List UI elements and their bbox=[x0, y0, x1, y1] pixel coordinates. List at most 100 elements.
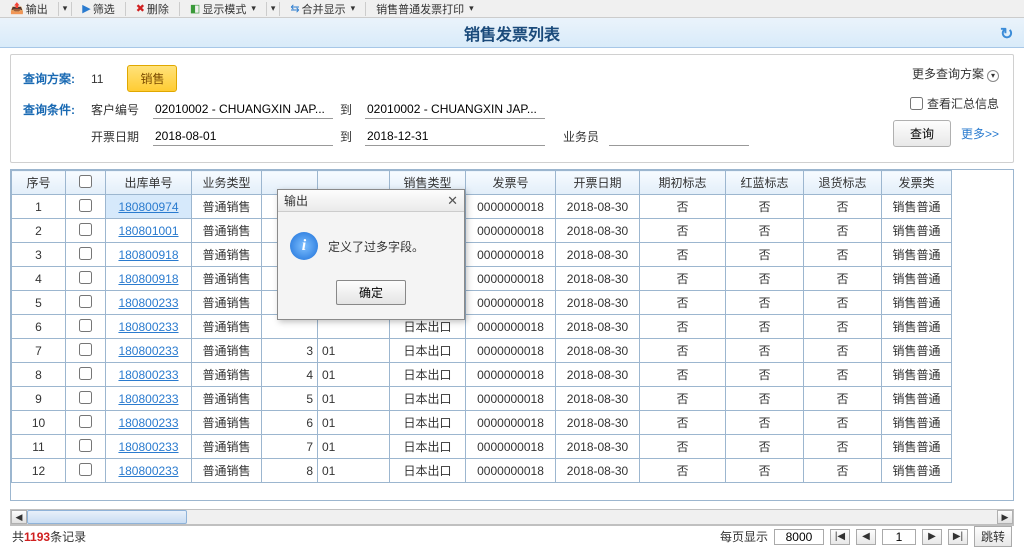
cell-rb-flag: 否 bbox=[726, 315, 804, 339]
cell-checkbox[interactable] bbox=[66, 243, 106, 267]
table-row[interactable]: 7180800233普通销售301日本出口00000000182018-08-3… bbox=[12, 339, 952, 363]
toolbar-delete[interactable]: ✖删除 bbox=[130, 2, 175, 16]
refresh-icon[interactable]: ↻ bbox=[1000, 24, 1016, 40]
col-inv-date[interactable]: 开票日期 bbox=[556, 171, 640, 195]
page-input[interactable] bbox=[882, 529, 916, 545]
table-row[interactable]: 8180800233普通销售401日本出口00000000182018-08-3… bbox=[12, 363, 952, 387]
cell-checkbox[interactable] bbox=[66, 315, 106, 339]
plan-sales-button[interactable]: 销售 bbox=[127, 65, 177, 92]
cell-checkbox[interactable] bbox=[66, 435, 106, 459]
cell-inv-no: 0000000018 bbox=[466, 291, 556, 315]
dialog-titlebar[interactable]: 输出 ✕ bbox=[278, 190, 464, 212]
table-row[interactable]: 6180800233普通销售日本出口00000000182018-08-30否否… bbox=[12, 315, 952, 339]
row-checkbox[interactable] bbox=[79, 463, 92, 476]
cell-out-no[interactable]: 180800233 bbox=[106, 339, 192, 363]
cell-out-no[interactable]: 180800233 bbox=[106, 435, 192, 459]
row-checkbox[interactable] bbox=[79, 223, 92, 236]
cell-out-no[interactable]: 180800233 bbox=[106, 291, 192, 315]
cell-checkbox[interactable] bbox=[66, 267, 106, 291]
cell-checkbox[interactable] bbox=[66, 219, 106, 243]
horizontal-scrollbar[interactable]: ◀ ▶ bbox=[10, 509, 1014, 525]
col-init-flag[interactable]: 期初标志 bbox=[640, 171, 726, 195]
date-to-input[interactable] bbox=[365, 127, 545, 146]
row-checkbox[interactable] bbox=[79, 247, 92, 260]
cell-rb-flag: 否 bbox=[726, 411, 804, 435]
select-all-checkbox[interactable] bbox=[79, 175, 92, 188]
chevron-down-icon[interactable]: ▾ bbox=[63, 3, 68, 14]
col-checkbox[interactable] bbox=[66, 171, 106, 195]
next-page-button[interactable]: ▶ bbox=[922, 529, 942, 545]
table-row[interactable]: 11180800233普通销售701日本出口00000000182018-08-… bbox=[12, 435, 952, 459]
row-checkbox[interactable] bbox=[79, 439, 92, 452]
cell-checkbox[interactable] bbox=[66, 411, 106, 435]
cell-checkbox[interactable] bbox=[66, 459, 106, 483]
scroll-thumb[interactable] bbox=[27, 510, 187, 524]
cell-ret-flag: 否 bbox=[804, 411, 882, 435]
cell-checkbox[interactable] bbox=[66, 195, 106, 219]
customer-from-input[interactable] bbox=[153, 100, 333, 119]
cell-checkbox[interactable] bbox=[66, 339, 106, 363]
cell-inv-no: 0000000018 bbox=[466, 195, 556, 219]
more-link[interactable]: 更多>> bbox=[961, 125, 999, 142]
row-checkbox[interactable] bbox=[79, 199, 92, 212]
cell-out-no[interactable]: 180800233 bbox=[106, 459, 192, 483]
filter-icon: ▶ bbox=[82, 2, 90, 15]
cell-out-no[interactable]: 180800233 bbox=[106, 411, 192, 435]
col-seq[interactable]: 序号 bbox=[12, 171, 66, 195]
ok-button[interactable]: 确定 bbox=[336, 280, 406, 305]
table-row[interactable]: 12180800233普通销售801日本出口00000000182018-08-… bbox=[12, 459, 952, 483]
row-checkbox[interactable] bbox=[79, 271, 92, 284]
table-row[interactable]: 3180800918普通销售日本出口00000000182018-08-30否否… bbox=[12, 243, 952, 267]
cell-out-no[interactable]: 180801001 bbox=[106, 219, 192, 243]
col-out-no[interactable]: 出库单号 bbox=[106, 171, 192, 195]
summary-checkbox-row[interactable]: 查看汇总信息 bbox=[910, 95, 999, 112]
cell-out-no[interactable]: 180800233 bbox=[106, 363, 192, 387]
toolbar-export[interactable]: 📤输出 bbox=[4, 2, 54, 16]
row-checkbox[interactable] bbox=[79, 343, 92, 356]
last-page-button[interactable]: ▶| bbox=[948, 529, 968, 545]
cell-out-no[interactable]: 180800233 bbox=[106, 387, 192, 411]
first-page-button[interactable]: |◀ bbox=[830, 529, 850, 545]
col-rb-flag[interactable]: 红蓝标志 bbox=[726, 171, 804, 195]
query-button[interactable]: 查询 bbox=[893, 120, 951, 147]
table-row[interactable]: 10180800233普通销售601日本出口00000000182018-08-… bbox=[12, 411, 952, 435]
cell-checkbox[interactable] bbox=[66, 291, 106, 315]
chevron-down-icon[interactable]: ▾ bbox=[271, 3, 276, 14]
scroll-left-arrow[interactable]: ◀ bbox=[11, 510, 27, 524]
sales-input[interactable] bbox=[609, 127, 749, 146]
cell-checkbox[interactable] bbox=[66, 387, 106, 411]
col-inv-kind[interactable]: 发票类 bbox=[882, 171, 952, 195]
toolbar-merge[interactable]: ⇆合并显示▾ bbox=[284, 2, 361, 16]
cell-checkbox[interactable] bbox=[66, 363, 106, 387]
row-checkbox[interactable] bbox=[79, 367, 92, 380]
cell-out-no[interactable]: 180800974 bbox=[106, 195, 192, 219]
row-checkbox[interactable] bbox=[79, 319, 92, 332]
scroll-right-arrow[interactable]: ▶ bbox=[997, 510, 1013, 524]
more-query-plans-link[interactable]: 更多查询方案▾ bbox=[912, 65, 999, 82]
cell-out-no[interactable]: 180800918 bbox=[106, 267, 192, 291]
toolbar-print[interactable]: 销售普通发票打印▾ bbox=[370, 2, 480, 16]
summary-checkbox[interactable] bbox=[910, 97, 923, 110]
table-row[interactable]: 4180800918普通销售日本出口00000000182018-08-30否否… bbox=[12, 267, 952, 291]
toolbar-display-mode[interactable]: ◧显示模式▾ bbox=[184, 2, 262, 16]
table-row[interactable]: 1180800974普通销售日本出口00000000182018-08-30否否… bbox=[12, 195, 952, 219]
col-inv-no[interactable]: 发票号 bbox=[466, 171, 556, 195]
prev-page-button[interactable]: ◀ bbox=[856, 529, 876, 545]
per-page-input[interactable] bbox=[774, 529, 824, 545]
table-row[interactable]: 5180800233普通销售日本出口00000000182018-08-30否否… bbox=[12, 291, 952, 315]
cell-out-no[interactable]: 180800233 bbox=[106, 315, 192, 339]
customer-to-input[interactable] bbox=[365, 100, 545, 119]
close-icon[interactable]: ✕ bbox=[447, 193, 458, 209]
scroll-track[interactable] bbox=[27, 510, 997, 524]
row-checkbox[interactable] bbox=[79, 415, 92, 428]
date-from-input[interactable] bbox=[153, 127, 333, 146]
cell-out-no[interactable]: 180800918 bbox=[106, 243, 192, 267]
toolbar-filter[interactable]: ▶筛选 bbox=[76, 2, 120, 16]
jump-button[interactable]: 跳转 bbox=[974, 526, 1012, 547]
col-ret-flag[interactable]: 退货标志 bbox=[804, 171, 882, 195]
table-row[interactable]: 2180801001普通销售日本出口00000000182018-08-30否否… bbox=[12, 219, 952, 243]
table-row[interactable]: 9180800233普通销售501日本出口00000000182018-08-3… bbox=[12, 387, 952, 411]
row-checkbox[interactable] bbox=[79, 295, 92, 308]
row-checkbox[interactable] bbox=[79, 391, 92, 404]
col-biz-type[interactable]: 业务类型 bbox=[192, 171, 262, 195]
